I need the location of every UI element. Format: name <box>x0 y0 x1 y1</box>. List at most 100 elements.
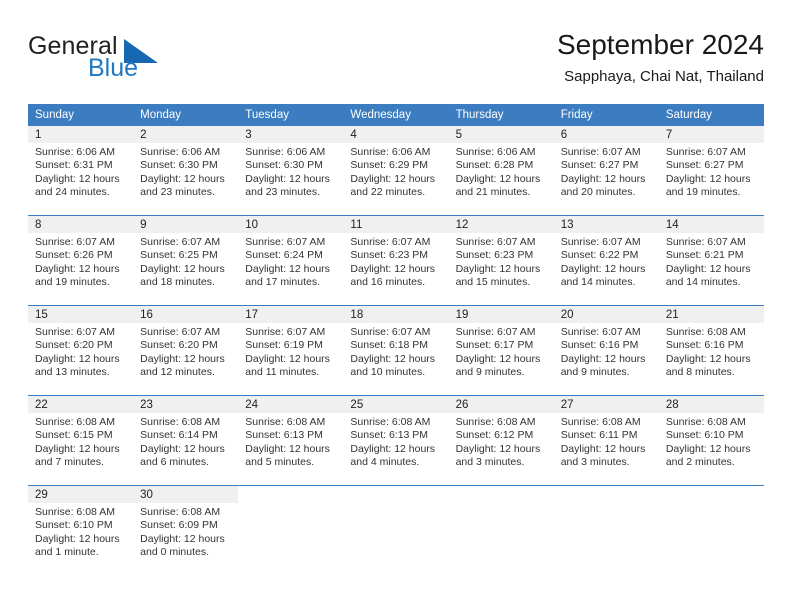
day-number: 8 <box>28 216 134 233</box>
calendar-day-cell[interactable]: 20 Sunrise: 6:07 AM Sunset: 6:16 PM Dayligh… <box>553 305 659 396</box>
calendar-table: Sunday Monday Tuesday Wednesday Thursday Frid… <box>28 104 764 575</box>
day-cell-details: Sunrise: 6:08 AM Sunset: 6:12 PM Daylight:… <box>449 413 554 470</box>
calendar-day-cell[interactable]: 13 Sunrise: 6:07 AM Sunset: 6:22 PM Dayligh… <box>553 215 659 306</box>
sunset-text: Sunset: 6:23 PM <box>455 249 534 262</box>
calendar-day-cell[interactable]: 4 Sunrise: 6:06 AM Sunset: 6:29 PM Daylight… <box>343 126 449 216</box>
day-cell-inner: 1 Sunrise: 6:06 AM Sunset: 6:31 PM Daylight… <box>28 126 134 215</box>
daylight-text-line1: Daylight: 12 hours <box>350 172 436 185</box>
daylight-text-line1: Daylight: 12 hours <box>455 442 541 455</box>
calendar-day-cell[interactable]: 25 Sunrise: 6:08 AM Sunset: 6:13 PM Dayligh… <box>343 395 449 486</box>
day-cell-details: Sunrise: 6:06 AM Sunset: 6:30 PM Daylight:… <box>238 143 343 200</box>
sunset-text: Sunset: 6:11 PM <box>560 429 638 442</box>
calendar-day-cell[interactable]: 21 Sunrise: 6:08 AM Sunset: 6:16 PM Dayligh… <box>658 305 764 396</box>
weekday-header-sunday: Sunday <box>28 104 134 126</box>
weekday-header-friday: Friday <box>553 104 659 126</box>
calendar-day-cell[interactable]: 1 Sunrise: 6:06 AM Sunset: 6:31 PM Daylight… <box>28 126 134 216</box>
day-cell-details: Sunrise: 6:08 AM Sunset: 6:10 PM Daylight:… <box>659 413 764 470</box>
day-number <box>554 486 659 503</box>
sunset-text: Sunset: 6:09 PM <box>140 519 218 532</box>
day-cell-inner: 21 Sunrise: 6:08 AM Sunset: 6:16 PM Dayligh… <box>658 306 764 395</box>
sunrise-text: Sunrise: 6:06 AM <box>245 146 326 158</box>
daylight-text-line2: and 9 minutes. <box>455 366 525 379</box>
calendar-day-cell[interactable]: 15 Sunrise: 6:07 AM Sunset: 6:20 PM Dayligh… <box>28 305 134 396</box>
calendar-day-cell[interactable]: 30 Sunrise: 6:08 AM Sunset: 6:09 PM Dayligh… <box>133 485 239 575</box>
calendar-day-cell[interactable]: 23 Sunrise: 6:08 AM Sunset: 6:14 PM Dayligh… <box>133 395 239 486</box>
daylight-text-line2: and 6 minutes. <box>140 456 210 469</box>
calendar-day-cell[interactable]: 7 Sunrise: 6:07 AM Sunset: 6:27 PM Daylight… <box>658 126 764 216</box>
calendar-day-cell[interactable]: 8 Sunrise: 6:07 AM Sunset: 6:26 PM Daylight… <box>28 215 134 306</box>
day-cell-details: Sunrise: 6:07 AM Sunset: 6:23 PM Daylight:… <box>343 233 448 290</box>
day-number <box>343 486 448 503</box>
sunrise-text: Sunrise: 6:07 AM <box>35 236 115 248</box>
sunrise-text: Sunrise: 6:07 AM <box>245 326 326 338</box>
sunrise-text: Sunrise: 6:08 AM <box>140 506 221 518</box>
day-cell-inner <box>238 486 343 575</box>
day-number: 6 <box>553 126 659 143</box>
calendar-day-cell[interactable]: 19 Sunrise: 6:07 AM Sunset: 6:17 PM Dayligh… <box>448 305 554 396</box>
day-number: 2 <box>133 126 239 143</box>
sunrise-text: Sunrise: 6:07 AM <box>140 326 221 338</box>
day-number: 16 <box>133 306 239 323</box>
daylight-text-line1: Daylight: 12 hours <box>560 352 646 365</box>
sunset-text: Sunset: 6:10 PM <box>665 429 744 442</box>
daylight-text-line2: and 3 minutes. <box>455 456 525 469</box>
calendar-header-row: Sunday Monday Tuesday Wednesday Thursday Frid… <box>28 104 764 126</box>
day-number: 11 <box>343 216 449 233</box>
day-cell-details <box>554 503 659 506</box>
weekday-header-saturday: Saturday <box>658 104 764 126</box>
weekday-header-tuesday: Tuesday <box>238 104 344 126</box>
day-number: 10 <box>238 216 344 233</box>
day-cell-inner: 28 Sunrise: 6:08 AM Sunset: 6:10 PM Dayligh… <box>658 396 764 485</box>
day-number <box>659 486 764 503</box>
day-cell-inner: 6 Sunrise: 6:07 AM Sunset: 6:27 PM Daylight… <box>553 126 659 215</box>
calendar-day-cell[interactable]: 2 Sunrise: 6:06 AM Sunset: 6:30 PM Daylight… <box>133 126 239 216</box>
calendar-day-cell[interactable]: 12 Sunrise: 6:07 AM Sunset: 6:23 PM Dayligh… <box>448 215 554 306</box>
daylight-text-line2: and 4 minutes. <box>350 456 420 469</box>
calendar-day-cell[interactable]: 14 Sunrise: 6:07 AM Sunset: 6:21 PM Dayligh… <box>658 215 764 306</box>
calendar-day-cell[interactable]: 9 Sunrise: 6:07 AM Sunset: 6:25 PM Daylight… <box>133 215 239 306</box>
day-cell-details: Sunrise: 6:07 AM Sunset: 6:16 PM Daylight:… <box>554 323 659 380</box>
day-cell-details: Sunrise: 6:06 AM Sunset: 6:31 PM Daylight:… <box>28 143 133 200</box>
daylight-text-line2: and 0 minutes. <box>140 546 210 559</box>
daylight-text-line1: Daylight: 12 hours <box>245 352 330 365</box>
brand-logo[interactable]: General Blue <box>28 32 208 90</box>
calendar-day-cell[interactable]: 3 Sunrise: 6:06 AM Sunset: 6:30 PM Daylight… <box>238 126 344 216</box>
sunset-text: Sunset: 6:17 PM <box>455 339 534 352</box>
calendar-week-row: 22 Sunrise: 6:08 AM Sunset: 6:15 PM Dayligh… <box>28 395 764 486</box>
day-cell-inner: 23 Sunrise: 6:08 AM Sunset: 6:14 PM Dayligh… <box>133 396 239 485</box>
calendar-day-cell[interactable]: 27 Sunrise: 6:08 AM Sunset: 6:11 PM Dayligh… <box>553 395 659 486</box>
day-cell-inner <box>343 486 448 575</box>
day-cell-details: Sunrise: 6:08 AM Sunset: 6:13 PM Daylight:… <box>343 413 448 470</box>
daylight-text-line2: and 15 minutes. <box>455 276 531 289</box>
sunset-text: Sunset: 6:13 PM <box>350 429 429 442</box>
calendar-day-cell[interactable]: 5 Sunrise: 6:06 AM Sunset: 6:28 PM Daylight… <box>448 126 554 216</box>
daylight-text-line1: Daylight: 12 hours <box>35 352 120 365</box>
day-cell-inner: 2 Sunrise: 6:06 AM Sunset: 6:30 PM Daylight… <box>133 126 239 215</box>
calendar-day-cell[interactable]: 22 Sunrise: 6:08 AM Sunset: 6:15 PM Dayligh… <box>28 395 134 486</box>
day-cell-details: Sunrise: 6:07 AM Sunset: 6:19 PM Daylight:… <box>238 323 343 380</box>
day-cell-details: Sunrise: 6:08 AM Sunset: 6:15 PM Daylight:… <box>28 413 133 470</box>
daylight-text-line2: and 7 minutes. <box>35 456 104 469</box>
sunset-text: Sunset: 6:25 PM <box>140 249 218 262</box>
daylight-text-line2: and 17 minutes. <box>245 276 320 289</box>
calendar-week-row: 15 Sunrise: 6:07 AM Sunset: 6:20 PM Dayligh… <box>28 305 764 396</box>
calendar-day-cell[interactable]: 16 Sunrise: 6:07 AM Sunset: 6:20 PM Dayligh… <box>133 305 239 396</box>
sunset-text: Sunset: 6:20 PM <box>140 339 218 352</box>
calendar-day-cell[interactable]: 18 Sunrise: 6:07 AM Sunset: 6:18 PM Dayligh… <box>343 305 449 396</box>
sunrise-text: Sunrise: 6:08 AM <box>350 416 431 428</box>
calendar-day-cell[interactable]: 26 Sunrise: 6:08 AM Sunset: 6:12 PM Dayligh… <box>448 395 554 486</box>
daylight-text-line1: Daylight: 12 hours <box>665 442 751 455</box>
day-cell-inner: 26 Sunrise: 6:08 AM Sunset: 6:12 PM Dayligh… <box>448 396 554 485</box>
calendar-day-cell[interactable]: 10 Sunrise: 6:07 AM Sunset: 6:24 PM Dayligh… <box>238 215 344 306</box>
calendar-day-cell[interactable]: 17 Sunrise: 6:07 AM Sunset: 6:19 PM Dayligh… <box>238 305 344 396</box>
calendar-day-cell[interactable]: 29 Sunrise: 6:08 AM Sunset: 6:10 PM Dayligh… <box>28 485 134 575</box>
calendar-day-cell[interactable]: 6 Sunrise: 6:07 AM Sunset: 6:27 PM Daylight… <box>553 126 659 216</box>
sunrise-text: Sunrise: 6:07 AM <box>245 236 326 248</box>
calendar-day-cell[interactable]: 11 Sunrise: 6:07 AM Sunset: 6:23 PM Dayligh… <box>343 215 449 306</box>
calendar-day-cell-empty <box>343 485 449 575</box>
calendar-day-cell[interactable]: 24 Sunrise: 6:08 AM Sunset: 6:13 PM Dayligh… <box>238 395 344 486</box>
calendar-day-cell[interactable]: 28 Sunrise: 6:08 AM Sunset: 6:10 PM Dayligh… <box>658 395 764 486</box>
daylight-text-line1: Daylight: 12 hours <box>245 172 330 185</box>
daylight-text-line1: Daylight: 12 hours <box>455 262 541 275</box>
daylight-text-line2: and 12 minutes. <box>140 366 215 379</box>
